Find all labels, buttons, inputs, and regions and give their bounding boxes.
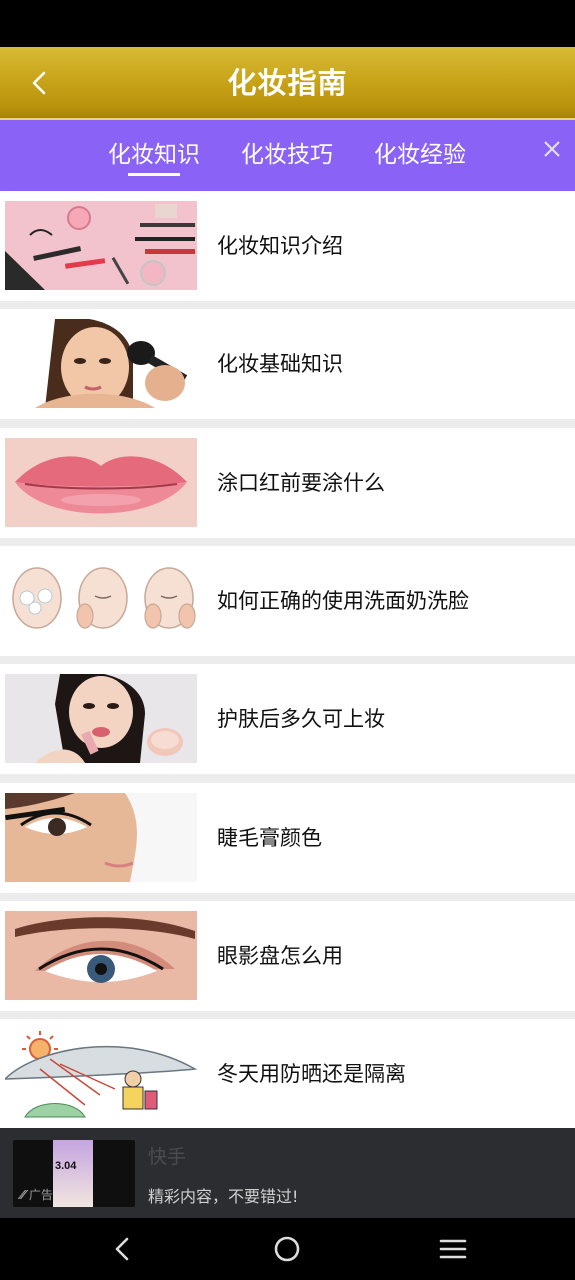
woman-applying-blush-thumbnail [5,319,197,408]
system-menu-button[interactable] [433,1229,473,1269]
sunscreen-cartoon-thumbnail [5,1029,197,1118]
ad-description: 精彩内容，不要错过! [148,1187,299,1206]
menu-icon [439,1239,467,1259]
item-title: 冬天用防晒还是隔离 [217,1062,406,1086]
ad-badge-label: 广告 [28,1188,53,1202]
status-bar [0,0,575,47]
active-tab-indicator [128,173,180,176]
header-bar: 化妆指南 [0,47,575,120]
item-title: 涂口红前要涂什么 [217,471,385,495]
tab-label: 化妆知识 [108,142,200,168]
list-item[interactable]: 护肤后多久可上妆 [0,664,575,774]
ad-banner[interactable]: 3.04 ⁄⁄ 广告 快手 精彩内容，不要错过! [0,1128,575,1218]
woman-with-lip-balm-thumbnail [5,674,197,763]
home-icon [274,1236,300,1262]
system-home-button[interactable] [267,1229,307,1269]
tab-label: 化妆技巧 [241,142,333,168]
list-item[interactable]: 如何正确的使用洗面奶洗脸 [0,546,575,656]
tab-makeup-experience[interactable]: 化妆经验 [374,120,466,191]
ad-badge: ⁄⁄ 广告 [21,1188,53,1202]
ad-close-button[interactable] [542,139,562,163]
chevron-left-icon [32,71,46,95]
close-icon [544,141,560,157]
list-item[interactable]: 眼影盘怎么用 [0,901,575,1011]
tab-makeup-techniques[interactable]: 化妆技巧 [241,120,333,191]
list-item[interactable]: 冬天用防晒还是隔离 [0,1019,575,1129]
back-icon [115,1237,129,1261]
face-washing-illustration-thumbnail [5,556,197,645]
page-title: 化妆指南 [227,66,348,100]
back-button[interactable] [24,65,54,101]
system-back-button[interactable] [102,1229,142,1269]
ad-thumbnail-text: 3.04 [55,1160,77,1172]
list-item[interactable]: 涂口红前要涂什么 [0,428,575,538]
ad-thumbnail-image: 3.04 [53,1140,93,1207]
item-title: 睫毛膏颜色 [217,826,322,850]
list-item[interactable]: 睫毛膏颜色 [0,783,575,893]
tab-bar: 化妆知识 化妆技巧 化妆经验 [0,120,575,191]
ad-title: 快手 [148,1146,187,1168]
list-item[interactable]: 化妆知识介绍 [0,191,575,301]
ad-thumbnail: 3.04 ⁄⁄ 广告 [13,1140,135,1207]
item-title: 化妆基础知识 [217,352,343,376]
mascara-eye-thumbnail [5,793,197,882]
item-title: 如何正确的使用洗面奶洗脸 [217,589,469,613]
eyeshadow-eye-thumbnail [5,911,197,1000]
item-title: 眼影盘怎么用 [217,944,343,968]
system-nav-bar [0,1218,575,1280]
cosmetics-flatlay-thumbnail [5,201,197,290]
tab-label: 化妆经验 [374,142,466,168]
list-item[interactable]: 化妆基础知识 [0,309,575,419]
item-title: 化妆知识介绍 [217,234,343,258]
tab-makeup-knowledge[interactable]: 化妆知识 [108,120,200,191]
lips-closeup-thumbnail [5,438,197,527]
item-title: 护肤后多久可上妆 [217,707,385,731]
